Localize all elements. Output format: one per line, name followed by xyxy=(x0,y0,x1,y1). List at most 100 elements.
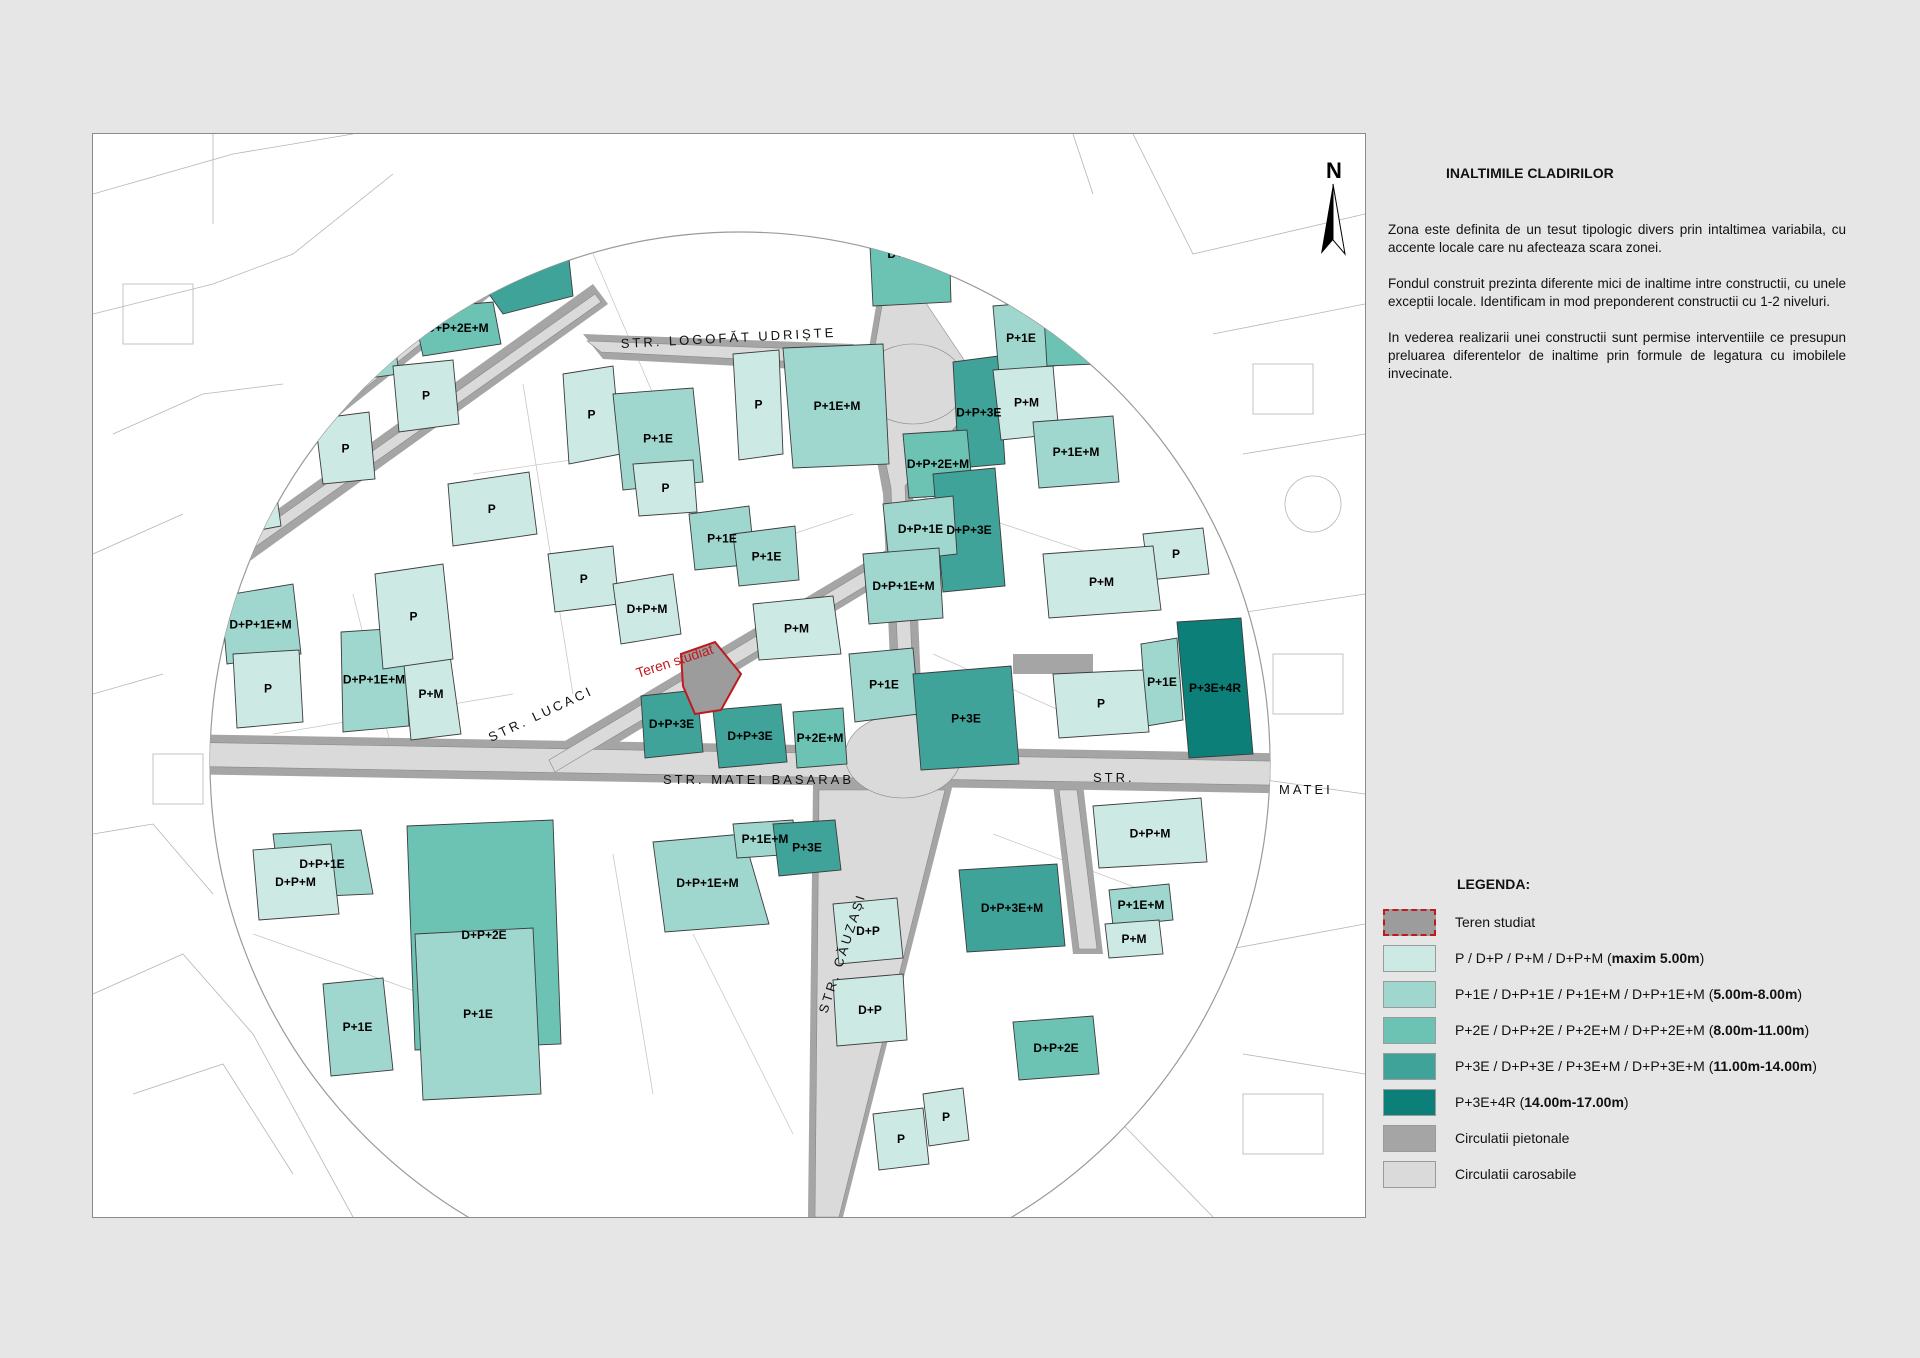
building-height-label: D+P+1E+M xyxy=(676,876,738,890)
legend-label: P / D+P / P+M / D+P+M (maxim 5.00m) xyxy=(1455,950,1705,966)
building-height-label: P+1E xyxy=(343,1020,373,1034)
building-height-label: P+1E+M xyxy=(814,399,861,413)
building-height-label: D+P+M xyxy=(275,875,316,889)
description-paragraph: Zona este definita de un tesut tipologic… xyxy=(1388,222,1846,255)
legend-height-range: 8.00m-11.00m xyxy=(1713,1022,1805,1038)
legend-swatch xyxy=(1383,1052,1436,1080)
building-height-label: P xyxy=(1097,697,1105,711)
building-height-label: D+P+M xyxy=(627,602,668,616)
north-arrow: N xyxy=(1321,158,1346,256)
building-height-label: P xyxy=(341,442,349,456)
legend-swatch xyxy=(1383,1160,1436,1188)
building-height-label: D+P+3E xyxy=(946,523,991,537)
building-height-label: P xyxy=(1114,334,1122,348)
building-footprint xyxy=(867,232,952,307)
building-footprint xyxy=(440,232,554,250)
building-footprint xyxy=(987,232,1066,257)
legend-label: Circulatii carosabile xyxy=(1455,1166,1577,1182)
building-height-label: P xyxy=(264,682,272,696)
building-height-label: P+3E+4R xyxy=(1189,681,1241,695)
building-height-label: P+3E xyxy=(792,841,822,855)
north-arrow-left-icon xyxy=(1321,184,1333,254)
building-height-label: P+M xyxy=(784,622,809,636)
legend-label: P+3E+4R (14.00m-17.00m) xyxy=(1455,1094,1629,1110)
building-height-label: P xyxy=(587,408,595,422)
building-height-label: P xyxy=(1159,346,1167,360)
building-height-label: D+P+2E xyxy=(461,928,506,942)
building-height-label: P+1E xyxy=(1011,225,1041,239)
building-height-label: P+3E xyxy=(888,187,918,201)
building-height-label: P+1E+M xyxy=(1053,445,1100,459)
sheet-title: INALTIMILE CLADIRILOR xyxy=(1446,165,1614,181)
building-footprint xyxy=(1042,297,1098,367)
building-height-label: P+M xyxy=(1089,575,1114,589)
description-paragraph: In vederea realizarii unei constructii s… xyxy=(1388,330,1846,381)
legend-item-h1: P / D+P / P+M / D+P+M (maxim 5.00m) xyxy=(1383,940,1883,976)
legend-label: Teren studiat xyxy=(1455,914,1536,930)
legend-item-road: Circulatii carosabile xyxy=(1383,1156,1883,1192)
street-label: STR. MATEI BASARAB xyxy=(663,772,854,787)
building-height-label: D+P+2E xyxy=(887,247,932,261)
building-height-label: D+P+2E+M xyxy=(907,457,969,471)
legend-list: Teren studiat P / D+P / P+M / D+P+M (maxi… xyxy=(1383,904,1883,1192)
street-label: MATEI xyxy=(1279,782,1333,797)
description-paragraph: Fondul construit prezinta diferente mici… xyxy=(1388,276,1846,309)
legend-label: Circulatii pietonale xyxy=(1455,1130,1570,1146)
building-height-label: P xyxy=(409,610,417,624)
building-height-label: P xyxy=(754,398,762,412)
building-height-label: D+P+2E xyxy=(1033,1041,1078,1055)
legend-swatch xyxy=(1383,944,1436,972)
building-height-label: D+P+3E xyxy=(649,717,694,731)
legend-height-range: 11.00m-14.00m xyxy=(1713,1058,1813,1074)
legend-height-range: maxim 5.00m xyxy=(1611,950,1700,966)
street-label: STR. xyxy=(1093,770,1135,785)
legend-swatch xyxy=(1383,1016,1436,1044)
building-height-label: D+P+1E+M xyxy=(872,579,934,593)
legend-item-h2: P+1E / D+P+1E / P+1E+M / D+P+1E+M (5.00m… xyxy=(1383,976,1883,1012)
legend-label: P+3E / D+P+3E / P+3E+M / D+P+3E+M (11.00… xyxy=(1455,1058,1817,1074)
legend-height-range: 5.00m-8.00m xyxy=(1713,986,1798,1002)
building-footprint xyxy=(1142,329,1184,377)
building-height-label: P+3E xyxy=(951,712,981,726)
building-height-label: P xyxy=(942,1110,950,1124)
building-height-label: P+1E+M xyxy=(742,832,789,846)
legend-swatch xyxy=(1383,1088,1436,1116)
legend-item-h5: P+3E+4R (14.00m-17.00m) xyxy=(1383,1084,1883,1120)
building-height-label: P xyxy=(422,389,430,403)
building-height-label: P xyxy=(580,572,588,586)
building-footprint xyxy=(868,168,938,220)
legend-swatch xyxy=(1383,1124,1436,1152)
building-height-label: P xyxy=(897,1132,905,1146)
building-height-label: P xyxy=(661,481,669,495)
legend-label: P+2E / D+P+2E / P+2E+M / D+P+2E+M (8.00m… xyxy=(1455,1022,1810,1038)
building-height-label: P+1E xyxy=(351,348,381,362)
building-height-label: D+P xyxy=(856,924,880,938)
building-height-label: P+1E xyxy=(1147,675,1177,689)
building-height-label: D+P+3E+M xyxy=(485,253,547,267)
building-height-label: D+P+1E+M xyxy=(358,289,420,303)
legend-swatch xyxy=(1383,980,1436,1008)
building-footprint xyxy=(332,328,400,383)
building-height-label: P+M xyxy=(1014,396,1039,410)
building-height-label: P+1E xyxy=(707,532,737,546)
building-height-label: P+2E xyxy=(1055,325,1085,339)
urban-map: D+P+3E+M D+P+3E+M D+P+1E+M D+P+2E+M P+1E P P D+… xyxy=(93,134,1365,1217)
building-height-label: P xyxy=(488,502,496,516)
building-height-label: P xyxy=(1172,547,1180,561)
info-panel: INALTIMILE CLADIRILOR Zona este definita… xyxy=(1388,165,1846,383)
legend-title: LEGENDA: xyxy=(1457,876,1531,892)
building-height-label: D+P+1E+M xyxy=(229,618,291,632)
legend-item-site: Teren studiat xyxy=(1383,904,1883,940)
map-frame: D+P+3E+M D+P+3E+M D+P+1E+M D+P+2E+M P+1E P P D+… xyxy=(92,133,1366,1218)
building-footprint xyxy=(350,271,430,323)
building-height-label: P+1E xyxy=(869,678,899,692)
building-height-label: D+P+M xyxy=(236,488,277,502)
building-height-label: P+M xyxy=(1121,932,1146,946)
legend-item-h4: P+3E / D+P+3E / P+3E+M / D+P+3E+M (11.00… xyxy=(1383,1048,1883,1084)
building-height-label: P+1E xyxy=(1006,331,1036,345)
building-height-label: P+1E xyxy=(463,1007,493,1021)
legend-label: P+1E / D+P+1E / P+1E+M / D+P+1E+M (5.00m… xyxy=(1455,986,1803,1002)
north-arrow-letter: N xyxy=(1326,158,1342,183)
building-height-label: D+P+3E xyxy=(727,729,772,743)
legend-item-ped: Circulatii pietonale xyxy=(1383,1120,1883,1156)
